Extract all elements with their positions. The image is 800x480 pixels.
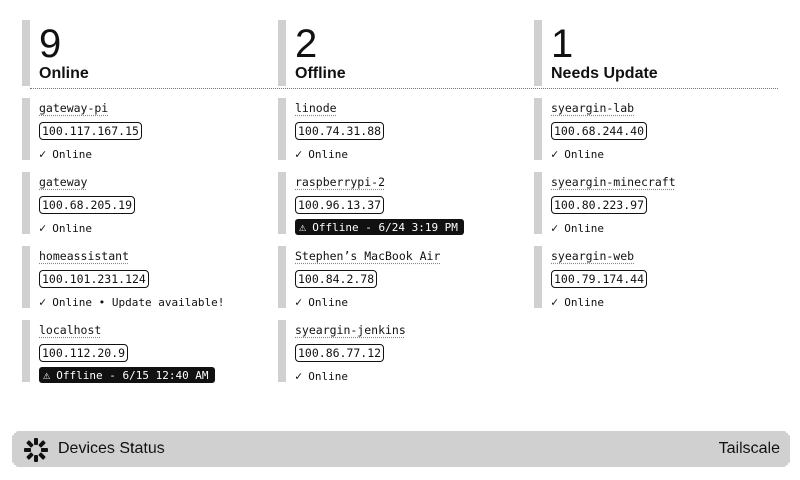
check-icon: ✓ [551, 221, 559, 235]
device-card: localhost 100.112.20.9 ⚠ Offline - 6/15 12:… [22, 320, 272, 394]
device-card: syeargin-lab 100.68.244.40 ✓ Online [534, 98, 784, 172]
device-status-text: Online [308, 147, 348, 161]
device-status-online: ✓ Online [39, 147, 92, 161]
device-name-link[interactable]: syeargin-lab [551, 101, 634, 115]
device-status-offline: ⚠ Offline - 6/24 3:19 PM [295, 219, 464, 235]
needs-update-count-stat: 1 Needs Update [534, 20, 784, 88]
summary-divider [30, 88, 778, 89]
device-ip-badge: 100.68.205.19 [39, 196, 136, 214]
summary-row: 9 Online 2 Offline 1 Needs Update [22, 20, 780, 90]
device-name-link[interactable]: syeargin-jenkins [295, 323, 406, 337]
tailscale-logo-icon [24, 438, 48, 462]
device-card-bar [22, 98, 30, 160]
device-ip-badge: 100.112.20.9 [39, 344, 129, 362]
check-icon: ✓ [295, 295, 303, 309]
device-status-text: Online [564, 221, 604, 235]
footer-brand: Tailscale [718, 440, 780, 457]
device-card: gateway-pi 100.117.167.15 ✓ Online [22, 98, 272, 172]
device-card-bar [278, 320, 286, 382]
device-card-bar [22, 172, 30, 234]
device-status-text: Online [564, 147, 604, 161]
device-card-bar [278, 98, 286, 160]
device-ip-badge: 100.80.223.97 [551, 196, 648, 214]
check-icon: ✓ [551, 147, 559, 161]
device-ip-badge: 100.74.31.88 [295, 122, 385, 140]
device-status-online: ✓ Online [551, 221, 604, 235]
device-ip-badge: 100.101.231.124 [39, 270, 149, 288]
device-card: Stephen’s MacBook Air 100.84.2.78 ✓ Online [278, 246, 528, 320]
device-status-online: ✓ Online [295, 147, 348, 161]
device-card: syeargin-jenkins 100.86.77.12 ✓ Online [278, 320, 528, 394]
device-card-bar [278, 172, 286, 234]
device-name-link[interactable]: linode [295, 101, 337, 115]
device-card: raspberrypi-2 100.96.13.37 ⚠ Offline - 6/24… [278, 172, 528, 246]
check-icon: ✓ [295, 369, 303, 383]
device-ip-badge: 100.68.244.40 [551, 122, 648, 140]
device-ip-badge: 100.96.13.37 [295, 196, 385, 214]
device-card-bar [22, 246, 30, 308]
online-count-stat: 9 Online [22, 20, 272, 88]
device-status-text: Online [308, 295, 348, 309]
check-icon: ✓ [39, 295, 47, 309]
device-name-link[interactable]: raspberrypi-2 [295, 175, 385, 189]
device-status-online: ✓ Online [551, 147, 604, 161]
device-status-online: ✓ Online [295, 295, 348, 309]
device-status-text: Online [52, 221, 92, 235]
device-status-online: ✓ Online [39, 221, 92, 235]
device-ip-badge: 100.117.167.15 [39, 122, 142, 140]
footer-bar: Devices Status Tailscale [12, 431, 790, 467]
device-status-text: Online [564, 295, 604, 309]
device-card: gateway 100.68.205.19 ✓ Online [22, 172, 272, 246]
device-name-link[interactable]: homeassistant [39, 249, 129, 263]
device-status-online: ✓ Online [295, 369, 348, 383]
device-status-text: Online [52, 147, 92, 161]
device-column-1: gateway-pi 100.117.167.15 ✓ Online gateway 10… [22, 98, 272, 394]
check-icon: ✓ [39, 147, 47, 161]
device-status-offline: ⚠ Offline - 6/15 12:40 AM [39, 367, 215, 383]
device-column-2: linode 100.74.31.88 ✓ Online raspberrypi-2 10… [278, 98, 528, 394]
check-icon: ✓ [551, 295, 559, 309]
device-card-bar [534, 98, 542, 160]
device-card: linode 100.74.31.88 ✓ Online [278, 98, 528, 172]
warning-icon: ⚠ [43, 368, 51, 382]
check-icon: ✓ [295, 147, 303, 161]
device-card-bar [22, 320, 30, 382]
footer-title: Devices Status [58, 440, 165, 457]
online-label: Online [39, 65, 89, 82]
device-card: syeargin-web 100.79.174.44 ✓ Online [534, 246, 784, 320]
check-icon: ✓ [39, 221, 47, 235]
stat-bar [22, 20, 30, 86]
device-status-text: Online • Update available! [52, 295, 225, 309]
device-card: syeargin-minecraft 100.80.223.97 ✓ Online [534, 172, 784, 246]
device-name-link[interactable]: localhost [39, 323, 101, 337]
device-ip-badge: 100.86.77.12 [295, 344, 385, 362]
device-name-link[interactable]: gateway-pi [39, 101, 108, 115]
device-status-text: Offline - 6/15 12:40 AM [56, 368, 209, 382]
device-card-bar [534, 246, 542, 308]
device-ip-badge: 100.79.174.44 [551, 270, 648, 288]
device-name-link[interactable]: Stephen’s MacBook Air [295, 249, 440, 263]
device-name-link[interactable]: syeargin-minecraft [551, 175, 676, 189]
offline-count: 2 [295, 22, 318, 66]
device-status-text: Online [308, 369, 348, 383]
warning-icon: ⚠ [299, 220, 307, 234]
offline-count-stat: 2 Offline [278, 20, 528, 88]
stat-bar [278, 20, 286, 86]
needs-update-count: 1 [551, 22, 574, 66]
stat-bar [534, 20, 542, 86]
online-count: 9 [39, 22, 62, 66]
device-name-link[interactable]: gateway [39, 175, 87, 189]
device-status-online: ✓ Online • Update available! [39, 295, 224, 309]
device-card: homeassistant 100.101.231.124 ✓ Online • Up… [22, 246, 272, 320]
device-ip-badge: 100.84.2.78 [295, 270, 378, 288]
device-name-link[interactable]: syeargin-web [551, 249, 634, 263]
device-status-text: Offline - 6/24 3:19 PM [312, 220, 458, 234]
needs-update-label: Needs Update [551, 65, 658, 82]
device-card-bar [534, 172, 542, 234]
device-column-3: syeargin-lab 100.68.244.40 ✓ Online syeargin… [534, 98, 784, 320]
device-card-bar [278, 246, 286, 308]
offline-label: Offline [295, 65, 346, 82]
device-status-online: ✓ Online [551, 295, 604, 309]
